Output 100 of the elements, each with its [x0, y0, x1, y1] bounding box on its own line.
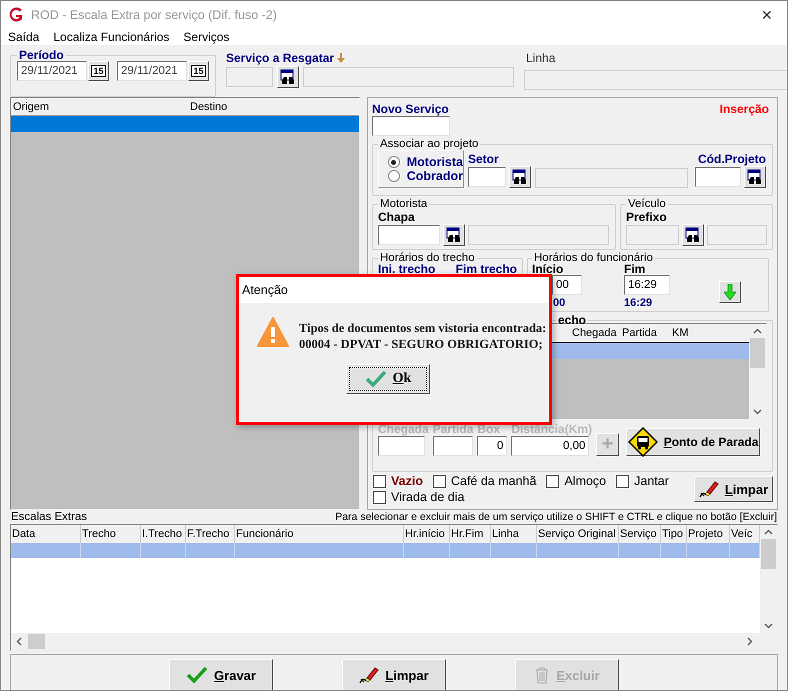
- column-header: Origem: [12, 100, 50, 112]
- binoculars-icon: [446, 227, 462, 243]
- column-header: Chegada: [571, 326, 618, 341]
- input-field[interactable]: [468, 167, 506, 187]
- group-title: echo: [557, 314, 588, 326]
- clear-button[interactable]: Limpar: [694, 476, 773, 502]
- binoculars-icon: [685, 227, 701, 243]
- dialog-message: Tipos de documentos sem vistoria encontrada: 00004 - DPVAT - SEGURO OBRIGATORIO;: [299, 320, 546, 352]
- menu-item[interactable]: Saída: [8, 30, 40, 44]
- field-label: Cód.Projeto: [698, 152, 766, 166]
- dialog-title: Atenção: [242, 283, 288, 297]
- group-title: Período: [18, 49, 65, 61]
- binoculars-icon: [280, 69, 296, 85]
- calendar-button[interactable]: 15: [188, 61, 209, 81]
- date-field[interactable]: 29/11/2021: [17, 61, 87, 81]
- down-arrow-icon: [337, 53, 346, 63]
- field-label: Início: [532, 263, 564, 275]
- input-field[interactable]: [372, 116, 450, 136]
- input-field[interactable]: [378, 436, 425, 456]
- checkbox[interactable]: [616, 474, 630, 488]
- apply-button[interactable]: [719, 281, 741, 303]
- checkbox-label: Vazio: [391, 474, 423, 488]
- column-header: KM: [671, 326, 690, 341]
- section-title: Escalas Extras: [11, 511, 88, 523]
- down-arrow-icon: [724, 284, 736, 300]
- checkmark-icon: [186, 666, 208, 684]
- column-label: Ini. trecho: [378, 263, 436, 275]
- checkbox[interactable]: [373, 490, 386, 504]
- field-label: Fim: [624, 263, 646, 275]
- menu-item[interactable]: Localiza Funcionários: [53, 30, 170, 44]
- clear-button[interactable]: Limpar: [342, 659, 446, 690]
- search-button[interactable]: [744, 166, 766, 188]
- group-title: Veículo: [627, 198, 667, 210]
- time-reading: 00: [553, 297, 566, 309]
- group-title: Associar ao projeto: [379, 138, 480, 150]
- column-header: Destino: [189, 100, 228, 112]
- hint-text: Para selecionar e excluir mais de um serviço utilize o SHIFT e CTRL e clique no botão [Excluir]: [335, 511, 777, 523]
- group-title: Horários do trecho: [379, 252, 476, 264]
- input-field[interactable]: [695, 167, 741, 187]
- checkmark-icon: [364, 370, 387, 388]
- search-button[interactable]: [682, 224, 704, 246]
- field-label: Box: [477, 422, 502, 436]
- eraser-icon: [698, 480, 719, 498]
- field-label: Setor: [468, 152, 500, 166]
- mode-label: Inserção: [720, 102, 769, 116]
- scroll-down-icon[interactable]: [753, 409, 762, 415]
- field-label: Distância(Km): [511, 422, 592, 436]
- input-field[interactable]: [378, 225, 440, 245]
- close-button[interactable]: ✕: [753, 7, 781, 23]
- time-reading: 16:29: [624, 297, 654, 309]
- scroll-up-icon[interactable]: [753, 328, 762, 334]
- save-button[interactable]: Gravar: [169, 659, 273, 690]
- radio-button[interactable]: [388, 156, 400, 168]
- window-title: ROD - Escala Extra por serviço (Dif. fuso -2): [31, 8, 278, 22]
- checkbox-label: Almoço: [564, 474, 606, 488]
- read-only-field: [707, 225, 767, 245]
- field-label: Partida: [432, 422, 474, 436]
- scroll-down-icon[interactable]: [764, 623, 773, 629]
- input-field[interactable]: 0,00: [511, 436, 590, 456]
- field-label: Chapa: [378, 210, 415, 224]
- checkbox-label: Virada de dia: [391, 490, 464, 504]
- radio-label: Motorista: [406, 155, 463, 169]
- field-label: Prefixo: [626, 210, 667, 224]
- search-button[interactable]: [509, 166, 531, 188]
- ok-button[interactable]: Ok: [346, 364, 430, 394]
- eraser-icon: [359, 666, 380, 684]
- radio-button[interactable]: [388, 170, 400, 182]
- warning-icon: [257, 317, 289, 347]
- search-button[interactable]: [443, 224, 465, 246]
- input-field[interactable]: 0: [477, 436, 508, 456]
- checkbox[interactable]: [546, 474, 560, 488]
- date-field[interactable]: 29/11/2021: [117, 61, 187, 81]
- field-label: Novo Serviço: [372, 102, 450, 116]
- stop-point-button[interactable]: Ponto de Parada: [626, 428, 760, 456]
- radio-label: Cobrador: [406, 169, 463, 183]
- time-field[interactable]: 00: [552, 275, 582, 295]
- scroll-up-icon[interactable]: [764, 529, 773, 535]
- scroll-right-icon[interactable]: [747, 637, 753, 646]
- scroll-left-icon[interactable]: [16, 637, 22, 646]
- field-label: Serviço a Resgatar: [226, 51, 334, 65]
- column-label: Fim trecho: [456, 263, 517, 275]
- field-label: Chegada: [378, 422, 429, 436]
- group-title: Motorista: [379, 198, 428, 210]
- checkbox-label: Jantar: [634, 474, 669, 488]
- binoculars-icon: [747, 169, 763, 185]
- checkbox[interactable]: [432, 474, 446, 488]
- bus-stop-icon: [628, 427, 658, 457]
- menu-item[interactable]: Serviços: [183, 30, 230, 44]
- group-title: Horários do funcionário: [533, 252, 654, 264]
- checkbox-label: Café da manhã: [450, 474, 536, 488]
- calendar-button[interactable]: 15: [88, 61, 109, 81]
- input-field[interactable]: [432, 436, 473, 456]
- time-field[interactable]: 16:29: [624, 275, 670, 295]
- search-button[interactable]: [277, 66, 299, 88]
- input-field: [226, 67, 273, 87]
- app-logo-icon: [7, 6, 25, 24]
- input-field: [626, 225, 679, 245]
- scroll-thumb[interactable]: [28, 634, 45, 649]
- column-header: Partida: [621, 326, 658, 341]
- checkbox[interactable]: [373, 474, 386, 488]
